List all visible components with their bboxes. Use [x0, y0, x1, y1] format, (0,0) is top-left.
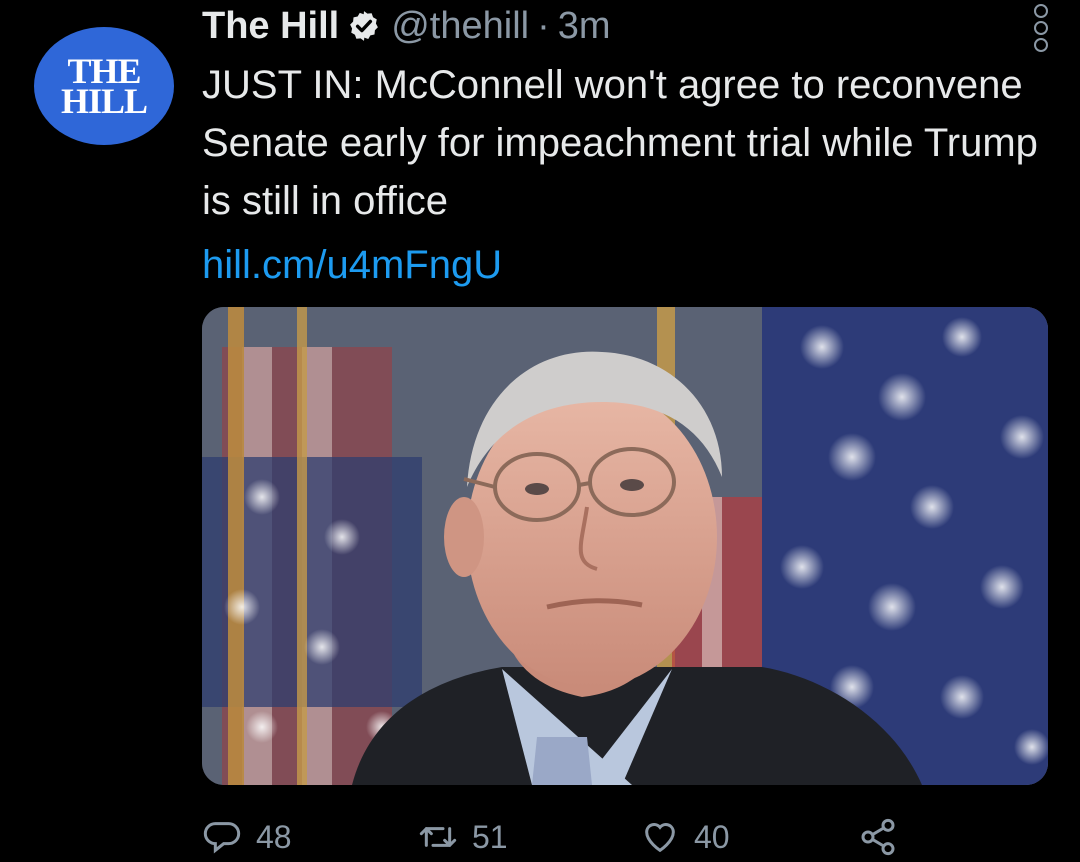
- author-handle[interactable]: @thehill: [391, 5, 529, 48]
- author-name[interactable]: The Hill: [202, 5, 339, 48]
- like-button[interactable]: 40: [640, 812, 730, 862]
- heart-icon: [645, 823, 675, 853]
- tweet-actions: 48 51 40: [202, 812, 922, 862]
- tweet[interactable]: THE HILL The Hill @thehill · 3m JUST IN:…: [0, 0, 1080, 861]
- share-button[interactable]: [858, 812, 898, 862]
- tweet-link[interactable]: hill.cm/u4mFngU: [202, 236, 502, 294]
- tweet-header: The Hill @thehill · 3m: [202, 2, 611, 50]
- photo-icon: [202, 307, 1048, 785]
- retweet-count: 51: [472, 818, 508, 855]
- retweet-icon: [419, 827, 457, 847]
- reply-icon: [203, 822, 241, 854]
- reply-count: 48: [256, 818, 292, 855]
- tweet-photo[interactable]: [202, 307, 1048, 785]
- header-separator: ·: [537, 4, 550, 47]
- more-options-icon[interactable]: [1034, 4, 1048, 52]
- tweet-text: JUST IN: McConnell won't agree to reconv…: [202, 63, 1038, 223]
- tweet-timestamp[interactable]: 3m: [558, 5, 611, 48]
- like-count: 40: [694, 818, 730, 855]
- profile-avatar[interactable]: THE HILL: [34, 27, 174, 145]
- reply-button[interactable]: 48: [202, 812, 292, 862]
- avatar-line-2: HILL: [60, 81, 148, 121]
- verified-badge-icon: [350, 11, 379, 41]
- retweet-button[interactable]: 51: [418, 812, 508, 862]
- share-icon: [861, 818, 895, 856]
